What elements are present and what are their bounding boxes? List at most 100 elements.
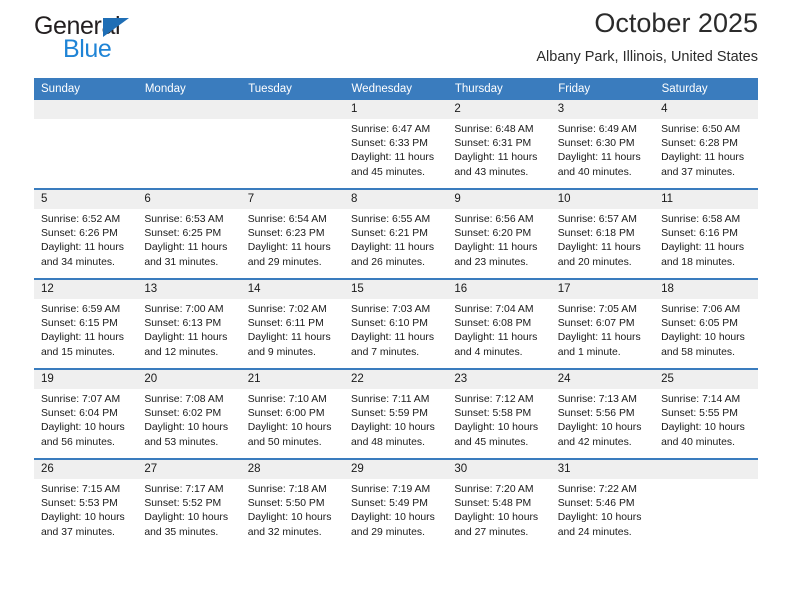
day-cell-inner: 13 Sunrise: 7:00 AM Sunset: 6:13 PM Dayligh… (137, 280, 241, 368)
day-number: 28 (240, 460, 345, 479)
day-number: 3 (550, 100, 655, 119)
day-details: Sunrise: 6:58 AM Sunset: 6:16 PM Daylight:… (654, 209, 757, 270)
calendar-day-cell[interactable]: 21 Sunrise: 7:10 AM Sunset: 6:00 PM Dayligh… (240, 368, 345, 459)
calendar-day-cell[interactable] (34, 100, 138, 189)
calendar-day-cell[interactable]: 3 Sunrise: 6:49 AM Sunset: 6:30 PM Daylight… (550, 100, 655, 189)
sunset-text: Sunset: 6:25 PM (144, 228, 222, 240)
sunrise-text: Sunrise: 7:15 AM (41, 484, 121, 495)
day-details: Sunrise: 7:14 AM Sunset: 5:55 PM Daylight:… (654, 389, 757, 450)
day-number: 18 (654, 280, 758, 299)
day-number: 5 (34, 190, 138, 209)
calendar-day-cell[interactable]: 1 Sunrise: 6:47 AM Sunset: 6:33 PM Daylight… (344, 100, 448, 189)
calendar-day-cell[interactable]: 20 Sunrise: 7:08 AM Sunset: 6:02 PM Dayligh… (137, 368, 241, 459)
calendar-week-row: 1 Sunrise: 6:47 AM Sunset: 6:33 PM Daylight… (34, 100, 758, 189)
daylight-text-line1: Daylight: 10 hours (557, 512, 642, 524)
calendar-day-cell[interactable]: 8 Sunrise: 6:55 AM Sunset: 6:21 PM Daylight… (344, 188, 448, 279)
sunset-text: Sunset: 5:52 PM (144, 498, 222, 510)
calendar-day-cell[interactable] (137, 100, 241, 189)
calendar-day-cell[interactable]: 30 Sunrise: 7:20 AM Sunset: 5:48 PM Dayligh… (447, 458, 551, 548)
day-cell-inner (240, 100, 345, 188)
sunrise-text: Sunrise: 7:14 AM (661, 394, 741, 405)
calendar-day-cell[interactable]: 10 Sunrise: 6:57 AM Sunset: 6:18 PM Dayligh… (550, 188, 655, 279)
daylight-text-line1: Daylight: 11 hours (351, 332, 435, 344)
calendar-day-cell[interactable]: 22 Sunrise: 7:11 AM Sunset: 5:59 PM Dayligh… (344, 368, 448, 459)
calendar-day-cell[interactable]: 14 Sunrise: 7:02 AM Sunset: 6:11 PM Dayligh… (240, 278, 345, 369)
calendar-table: Sunday Monday Tuesday Wednesday Thursday… (34, 78, 759, 548)
calendar-day-cell[interactable]: 9 Sunrise: 6:56 AM Sunset: 6:20 PM Daylight… (447, 188, 551, 279)
calendar-day-cell[interactable]: 31 Sunrise: 7:22 AM Sunset: 5:46 PM Dayligh… (550, 458, 655, 548)
calendar-day-cell[interactable]: 24 Sunrise: 7:13 AM Sunset: 5:56 PM Dayligh… (550, 368, 655, 459)
calendar-day-cell[interactable] (240, 100, 345, 189)
calendar-day-cell[interactable]: 15 Sunrise: 7:03 AM Sunset: 6:10 PM Dayligh… (344, 278, 448, 369)
day-details: Sunrise: 6:50 AM Sunset: 6:28 PM Daylight:… (654, 119, 757, 180)
day-cell-inner (654, 460, 758, 548)
sunset-text: Sunset: 6:00 PM (247, 408, 325, 420)
sunrise-text: Sunrise: 7:04 AM (454, 304, 534, 315)
sunrise-text: Sunrise: 6:48 AM (454, 124, 534, 135)
daylight-text-line1: Daylight: 11 hours (41, 242, 124, 254)
day-cell-inner: 26 Sunrise: 7:15 AM Sunset: 5:53 PM Dayligh… (34, 460, 138, 548)
day-cell-inner: 10 Sunrise: 6:57 AM Sunset: 6:18 PM Dayligh… (550, 190, 655, 278)
calendar-day-cell[interactable]: 2 Sunrise: 6:48 AM Sunset: 6:31 PM Daylight… (447, 100, 551, 189)
calendar-day-cell[interactable]: 7 Sunrise: 6:54 AM Sunset: 6:23 PM Daylight… (240, 188, 345, 279)
calendar-day-cell[interactable]: 11 Sunrise: 6:58 AM Sunset: 6:16 PM Dayligh… (654, 188, 758, 279)
daylight-text-line2: and 37 minutes. (41, 526, 115, 538)
sunset-text: Sunset: 6:18 PM (557, 228, 635, 240)
daylight-text-line1: Daylight: 11 hours (144, 242, 228, 254)
calendar-day-cell[interactable]: 17 Sunrise: 7:05 AM Sunset: 6:07 PM Dayligh… (550, 278, 655, 369)
calendar-day-cell[interactable]: 19 Sunrise: 7:07 AM Sunset: 6:04 PM Dayligh… (34, 368, 138, 459)
sunset-text: Sunset: 6:07 PM (557, 318, 635, 330)
calendar-day-cell[interactable]: 5 Sunrise: 6:52 AM Sunset: 6:26 PM Daylight… (34, 188, 138, 279)
sunrise-text: Sunrise: 7:00 AM (144, 304, 224, 315)
daylight-text-line1: Daylight: 11 hours (41, 332, 124, 344)
calendar-day-cell[interactable]: 28 Sunrise: 7:18 AM Sunset: 5:50 PM Dayligh… (240, 458, 345, 548)
calendar-day-cell[interactable]: 12 Sunrise: 6:59 AM Sunset: 6:15 PM Dayligh… (34, 278, 138, 369)
sunrise-text: Sunrise: 7:07 AM (41, 394, 121, 405)
calendar-day-cell[interactable]: 6 Sunrise: 6:53 AM Sunset: 6:25 PM Daylight… (137, 188, 241, 279)
daylight-text-line1: Daylight: 11 hours (247, 242, 331, 254)
daylight-text-line2: and 12 minutes. (144, 346, 219, 358)
day-cell-inner: 3 Sunrise: 6:49 AM Sunset: 6:30 PM Daylight… (550, 100, 655, 188)
sunrise-text: Sunrise: 6:57 AM (557, 214, 637, 225)
daylight-text-line2: and 45 minutes. (454, 436, 529, 448)
day-details: Sunrise: 7:07 AM Sunset: 6:04 PM Daylight:… (34, 389, 137, 450)
calendar-day-cell[interactable]: 26 Sunrise: 7:15 AM Sunset: 5:53 PM Dayligh… (34, 458, 138, 548)
daylight-text-line1: Daylight: 10 hours (144, 422, 229, 434)
weekday-header-sunday: Sunday (34, 78, 138, 100)
sunrise-text: Sunrise: 6:59 AM (41, 304, 121, 315)
sunrise-text: Sunrise: 6:58 AM (661, 214, 741, 225)
daylight-text-line1: Daylight: 10 hours (351, 512, 435, 524)
calendar-day-cell[interactable]: 4 Sunrise: 6:50 AM Sunset: 6:28 PM Daylight… (654, 100, 758, 189)
day-details: Sunrise: 7:19 AM Sunset: 5:49 PM Daylight:… (344, 479, 447, 540)
daylight-text-line1: Daylight: 10 hours (351, 422, 435, 434)
day-details: Sunrise: 7:13 AM Sunset: 5:56 PM Daylight:… (551, 389, 654, 450)
sunrise-text: Sunrise: 6:54 AM (247, 214, 327, 225)
day-cell-inner: 17 Sunrise: 7:05 AM Sunset: 6:07 PM Dayligh… (550, 280, 655, 368)
weekday-header-row: Sunday Monday Tuesday Wednesday Thursday… (34, 78, 759, 100)
weekday-header-saturday: Saturday (654, 78, 759, 100)
sunset-text: Sunset: 5:48 PM (454, 498, 532, 510)
day-number: 11 (654, 190, 758, 209)
calendar-day-cell[interactable]: 23 Sunrise: 7:12 AM Sunset: 5:58 PM Dayligh… (447, 368, 551, 459)
day-details: Sunrise: 6:52 AM Sunset: 6:26 PM Daylight:… (34, 209, 137, 270)
day-cell-inner: 6 Sunrise: 6:53 AM Sunset: 6:25 PM Daylight… (137, 190, 241, 278)
daylight-text-line2: and 37 minutes. (661, 166, 735, 178)
day-details: Sunrise: 6:47 AM Sunset: 6:33 PM Daylight:… (344, 119, 447, 180)
calendar-day-cell[interactable]: 29 Sunrise: 7:19 AM Sunset: 5:49 PM Dayligh… (344, 458, 448, 548)
calendar-day-cell[interactable]: 18 Sunrise: 7:06 AM Sunset: 6:05 PM Dayligh… (654, 278, 758, 369)
day-details: Sunrise: 6:54 AM Sunset: 6:23 PM Daylight:… (241, 209, 344, 270)
day-details: Sunrise: 7:10 AM Sunset: 6:00 PM Daylight:… (241, 389, 344, 450)
weekday-header-thursday: Thursday (447, 78, 552, 100)
day-details (137, 119, 240, 124)
calendar-day-cell[interactable]: 27 Sunrise: 7:17 AM Sunset: 5:52 PM Dayligh… (137, 458, 241, 548)
calendar-day-cell[interactable]: 25 Sunrise: 7:14 AM Sunset: 5:55 PM Dayligh… (654, 368, 758, 459)
calendar-day-cell[interactable] (654, 458, 758, 548)
calendar-day-cell[interactable]: 13 Sunrise: 7:00 AM Sunset: 6:13 PM Dayligh… (137, 278, 241, 369)
sunset-text: Sunset: 6:30 PM (557, 138, 635, 150)
generalblue-logo[interactable]: General Blue (34, 12, 254, 72)
day-number: 8 (344, 190, 448, 209)
day-cell-inner: 24 Sunrise: 7:13 AM Sunset: 5:56 PM Dayligh… (550, 370, 655, 458)
sunrise-text: Sunrise: 7:22 AM (557, 484, 637, 495)
day-cell-inner: 29 Sunrise: 7:19 AM Sunset: 5:49 PM Dayligh… (344, 460, 448, 548)
calendar-day-cell[interactable]: 16 Sunrise: 7:04 AM Sunset: 6:08 PM Dayligh… (447, 278, 551, 369)
